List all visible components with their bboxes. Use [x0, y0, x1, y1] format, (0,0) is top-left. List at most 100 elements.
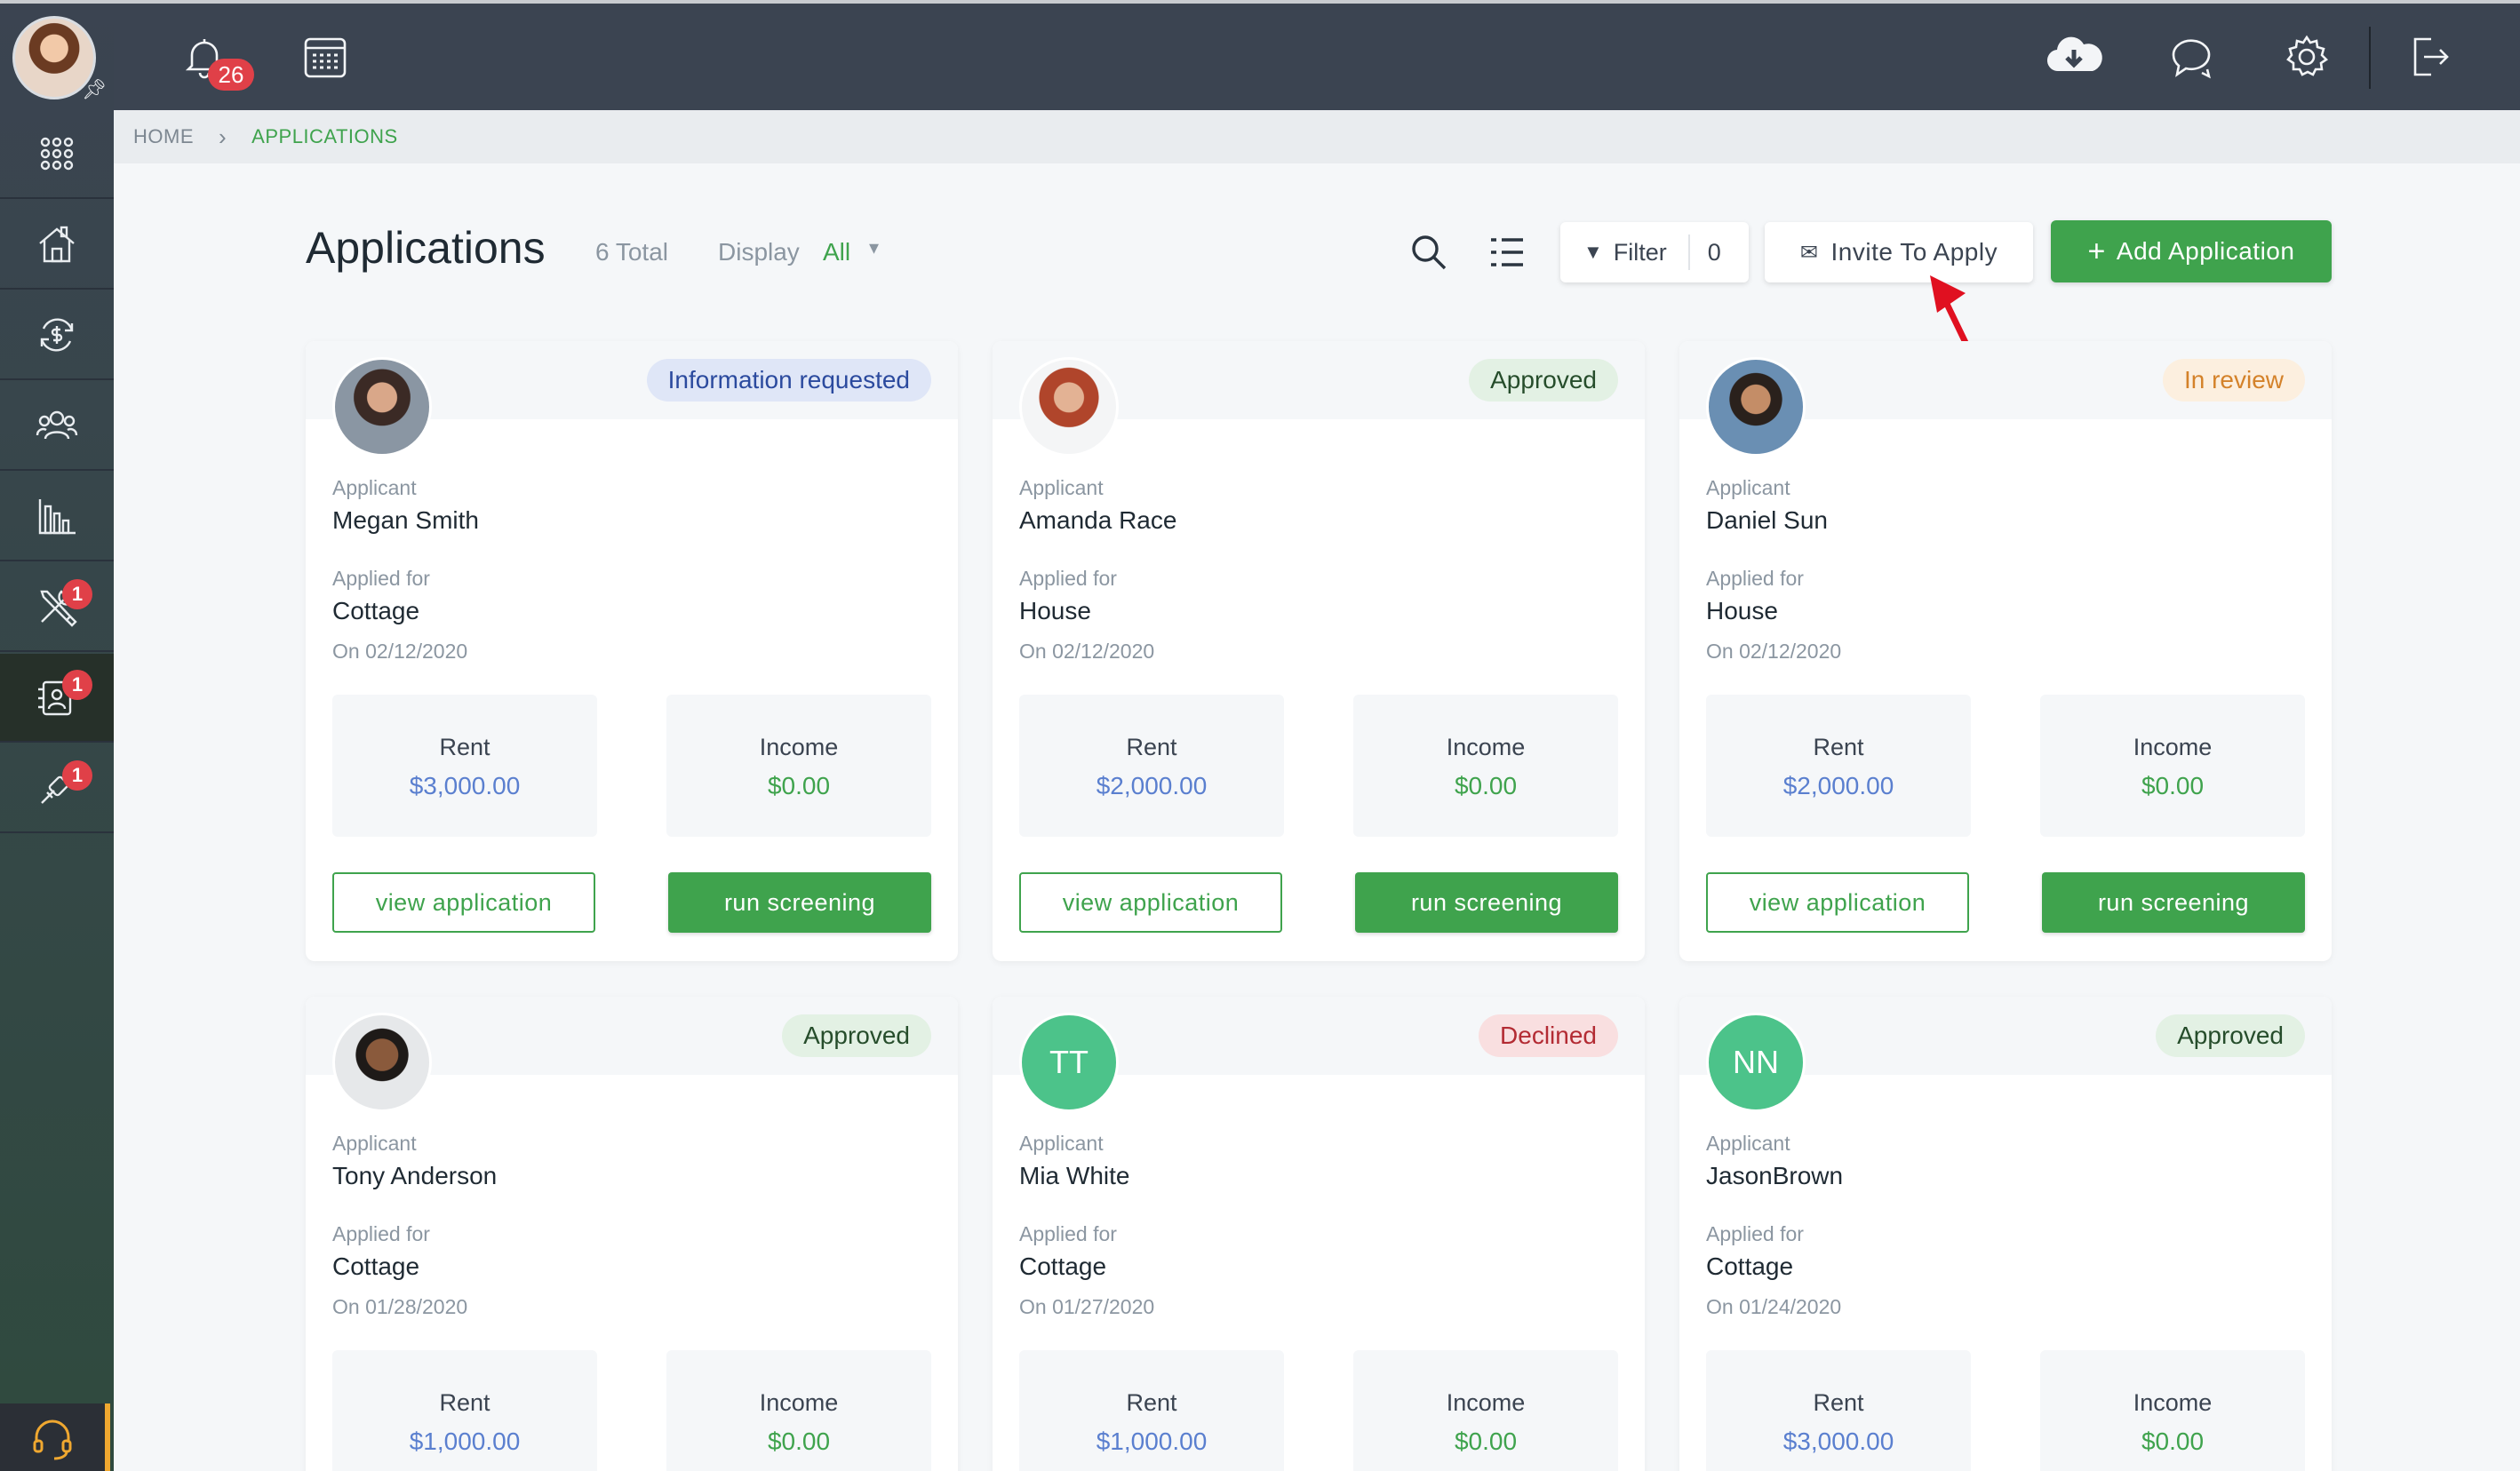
applicant-avatar: NN — [1706, 1013, 1806, 1112]
display-select[interactable]: All — [823, 238, 850, 266]
rent-box: Rent $1,000.00 — [332, 1350, 597, 1471]
applicant-label: Applicant — [332, 1132, 417, 1155]
applied-date: On 02/12/2020 — [1706, 640, 1842, 663]
income-label: Income — [759, 734, 839, 760]
search-icon — [1412, 235, 1447, 270]
applied-for-label: Applied for — [1019, 1222, 1117, 1245]
payments-icon — [40, 318, 74, 352]
property-name: Cottage — [332, 1252, 420, 1280]
income-box: Income $0.00 — [666, 1350, 931, 1471]
sidebar-item-payments[interactable] — [0, 291, 114, 380]
logout-icon — [2413, 37, 2449, 76]
run-screening-button[interactable]: run screening — [1355, 872, 1618, 933]
status-badge: Approved — [1469, 359, 1618, 402]
applied-for-label: Applied for — [332, 567, 430, 590]
support-button[interactable] — [0, 1403, 110, 1471]
sidebar-item-maintenance[interactable]: 1 — [0, 563, 114, 652]
applicant-name: Tony Anderson — [332, 1162, 498, 1189]
chevron-down-icon[interactable]: ▾ — [869, 236, 879, 259]
calendar-button[interactable] — [297, 28, 354, 85]
run-screening-button[interactable]: run screening — [668, 872, 931, 933]
list-view-button[interactable] — [1487, 233, 1527, 272]
list-icon — [1491, 238, 1523, 266]
display-label: Display — [718, 238, 800, 266]
sidebar-item-tools[interactable]: 1 — [0, 744, 114, 833]
status-badge: Approved — [782, 1014, 931, 1057]
breadcrumb-chevron-icon: › — [219, 123, 227, 150]
property-name: House — [1019, 597, 1091, 624]
applicant-name: Mia White — [1019, 1162, 1130, 1189]
income-box: Income $0.00 — [2040, 695, 2305, 837]
income-value: $0.00 — [2141, 1427, 2205, 1455]
applicant-label: Applicant — [1019, 1132, 1104, 1155]
status-badge: Approved — [2156, 1014, 2305, 1057]
applicant-name: JasonBrown — [1706, 1162, 1844, 1189]
properties-icon — [39, 226, 75, 263]
view-application-button[interactable]: view application — [332, 872, 595, 933]
applied-date: On 01/28/2020 — [332, 1295, 468, 1318]
income-value: $0.00 — [767, 772, 831, 799]
income-label: Income — [2133, 1389, 2213, 1416]
income-value: $0.00 — [1454, 772, 1518, 799]
add-application-button[interactable]: + Add Application — [2051, 220, 2332, 282]
applied-for-label: Applied for — [1706, 1222, 1804, 1245]
sidebar: 📌︎ 1 1 1 — [0, 4, 114, 1471]
rent-box: Rent $2,000.00 — [1706, 695, 1971, 837]
settings-button[interactable] — [2278, 28, 2335, 85]
invite-label: Invite To Apply — [1830, 238, 1998, 266]
application-card: NN Approved Applicant JasonBrown Applied… — [1679, 997, 2332, 1471]
rent-label: Rent — [1126, 1389, 1177, 1416]
breadcrumb: HOME › APPLICATIONS — [114, 110, 2520, 163]
applied-date: On 01/27/2020 — [1019, 1295, 1155, 1318]
income-label: Income — [2133, 734, 2213, 760]
apps-grid-icon — [40, 137, 74, 171]
application-card: Information requested Applicant Megan Sm… — [306, 341, 958, 961]
download-button[interactable] — [2038, 28, 2109, 85]
cloud-download-icon — [2046, 36, 2102, 72]
status-badge: Declined — [1479, 1014, 1618, 1057]
breadcrumb-current: APPLICATIONS — [251, 125, 398, 147]
applied-date: On 02/12/2020 — [332, 640, 468, 663]
applicant-name: Megan Smith — [332, 506, 479, 534]
application-card: TT Declined Applicant Mia White Applied … — [993, 997, 1645, 1471]
applicant-label: Applicant — [1019, 476, 1104, 499]
applicant-label: Applicant — [1706, 1132, 1790, 1155]
applied-date: On 01/24/2020 — [1706, 1295, 1842, 1318]
messages-button[interactable] — [2163, 28, 2220, 85]
income-box: Income $0.00 — [2040, 1350, 2305, 1471]
applicant-avatar — [332, 1013, 432, 1112]
plus-icon: + — [2087, 234, 2106, 268]
logout-button[interactable] — [2401, 28, 2458, 85]
pin-icon[interactable]: 📌︎ — [82, 78, 107, 101]
breadcrumb-home[interactable]: HOME — [133, 125, 194, 148]
applicant-avatar — [332, 357, 432, 457]
application-card: In review Applicant Daniel Sun Applied f… — [1679, 341, 2332, 961]
applicant-avatar — [1019, 357, 1119, 457]
sidebar-item-dashboard[interactable] — [0, 110, 114, 199]
income-value: $0.00 — [1454, 1427, 1518, 1455]
page-title: Applications — [306, 223, 546, 273]
search-button[interactable] — [1409, 233, 1448, 272]
sidebar-item-people[interactable] — [0, 382, 114, 471]
sidebar-item-properties[interactable] — [0, 201, 114, 290]
filter-divider — [1687, 235, 1690, 270]
view-application-button[interactable]: view application — [1019, 872, 1282, 933]
sidebar-item-applications[interactable]: 1 — [0, 654, 114, 743]
filter-icon: ▼ — [1583, 241, 1603, 263]
property-name: Cottage — [1706, 1252, 1794, 1280]
filter-button[interactable]: ▼ Filter 0 — [1560, 222, 1749, 282]
applied-for-label: Applied for — [332, 1222, 430, 1245]
rent-value: $1,000.00 — [1096, 1427, 1208, 1455]
status-badge: In review — [2162, 359, 2305, 402]
gear-icon — [2286, 35, 2329, 76]
applied-for-label: Applied for — [1019, 567, 1117, 590]
application-card: Approved Applicant Amanda Race Applied f… — [993, 341, 1645, 961]
sidebar-item-reports[interactable] — [0, 473, 114, 561]
envelope-icon: ✉ — [1799, 240, 1819, 265]
applicant-label: Applicant — [332, 476, 417, 499]
run-screening-button[interactable]: run screening — [2042, 872, 2305, 933]
applicant-label: Applicant — [1706, 476, 1790, 499]
rent-label: Rent — [439, 734, 490, 760]
income-label: Income — [759, 1389, 839, 1416]
view-application-button[interactable]: view application — [1706, 872, 1969, 933]
